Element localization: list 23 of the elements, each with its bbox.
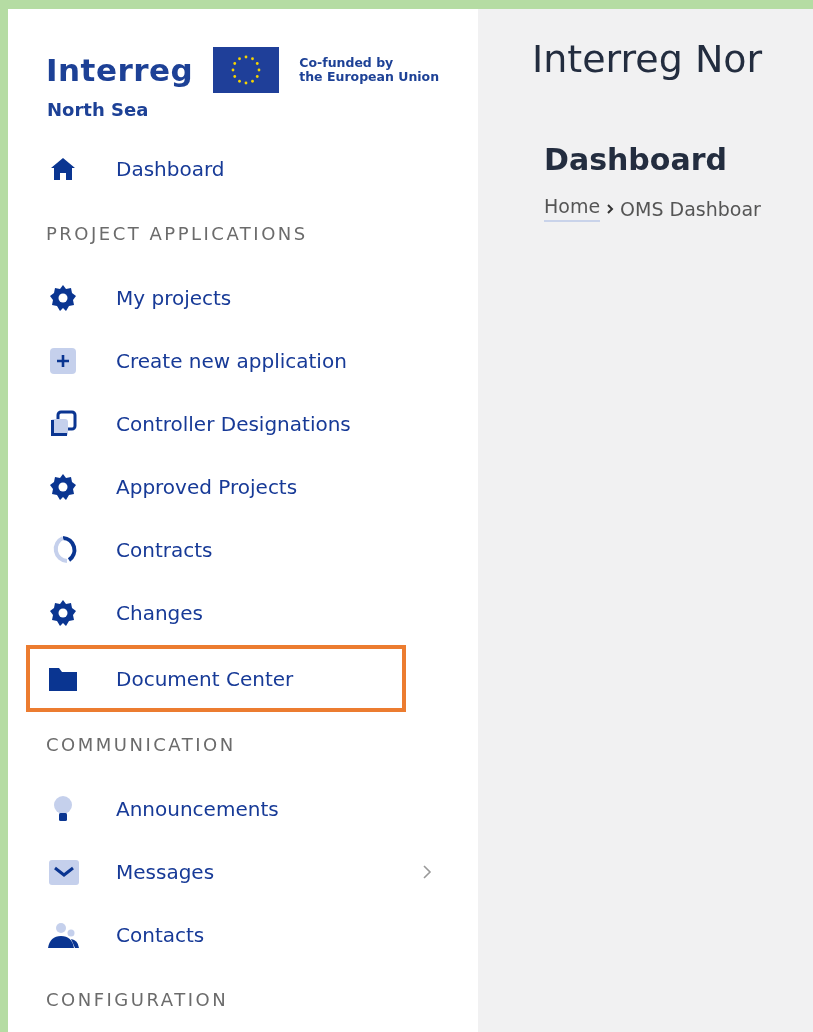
menu-item[interactable]: Dashboard <box>26 137 438 201</box>
breadcrumb-link[interactable]: Home <box>544 195 601 222</box>
breadcrumb-current: OMS Dashboar <box>620 197 761 220</box>
eu-funding-text: Co-funded by the European Union <box>299 55 440 85</box>
chevron-right-icon <box>606 203 615 214</box>
section-heading: PROJECT APPLICATIONS <box>45 222 309 246</box>
menu-item[interactable]: Messages <box>26 840 438 904</box>
menu-item[interactable]: Controller Designations <box>26 392 438 456</box>
menu-item[interactable]: Contracts <box>26 518 438 582</box>
eu-flag-icon <box>213 47 280 93</box>
section-heading: COMMUNICATION <box>45 733 237 758</box>
menu-item[interactable]: Changes <box>26 581 438 645</box>
menu-item[interactable]: My projects <box>26 266 438 330</box>
app-title: Interreg Nor <box>532 37 764 81</box>
region-name: North Sea <box>46 98 150 120</box>
menu-item[interactable]: Create new application <box>26 329 438 393</box>
menu-item[interactable]: Contacts <box>26 903 438 967</box>
logo-wordmark: Interreg <box>46 52 194 88</box>
section-heading: CONFIGURATION <box>45 987 230 1012</box>
menu-item[interactable]: Announcements <box>26 777 438 841</box>
highlighted-menu-item[interactable]: Document Center <box>26 645 406 713</box>
page-title: Dashboard <box>544 142 728 177</box>
menu-item[interactable]: Approved Projects <box>26 455 438 519</box>
